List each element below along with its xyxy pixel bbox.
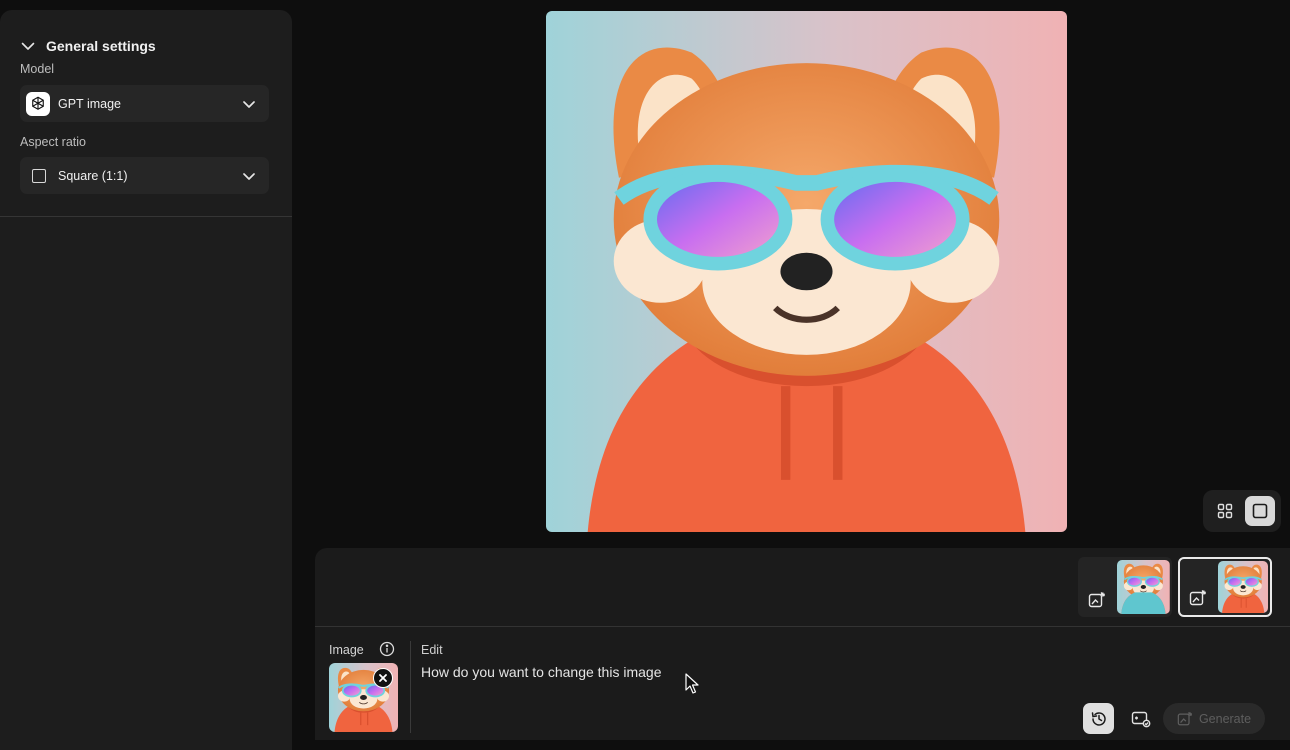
aspect-ratio-label: Aspect ratio: [20, 135, 87, 149]
mouse-cursor-icon: [685, 673, 699, 694]
grid-view-icon: [1217, 503, 1232, 519]
history-icon: [1091, 711, 1106, 726]
single-view-button[interactable]: [1244, 496, 1275, 526]
prompt-input[interactable]: [421, 664, 941, 680]
image-settings-icon: [1131, 711, 1150, 727]
openai-logo-icon: [26, 91, 50, 116]
aspect-ratio-value: Square (1:1): [58, 168, 128, 183]
remove-reference-button[interactable]: [373, 668, 393, 688]
sidebar: General settings Model GPT image Aspect …: [0, 10, 292, 750]
single-view-icon: [1252, 503, 1267, 519]
edit-label: Edit: [421, 643, 443, 657]
edit-image-icon: [1189, 590, 1206, 606]
model-dropdown[interactable]: GPT image: [20, 85, 269, 122]
grid-view-button[interactable]: [1210, 496, 1240, 526]
aspect-ratio-dropdown[interactable]: Square (1:1): [20, 157, 269, 194]
general-settings-toggle[interactable]: General settings: [20, 38, 156, 54]
thumbnail-item[interactable]: [1078, 557, 1172, 617]
square-icon: [32, 168, 46, 183]
sidebar-divider: [0, 216, 292, 217]
model-value: GPT image: [58, 96, 121, 111]
prompt-panel: Image Edit Generate: [315, 548, 1290, 740]
generate-label: Generate: [1198, 711, 1252, 726]
close-icon: [379, 674, 387, 682]
generate-icon: [1177, 711, 1193, 725]
panel-divider: [315, 626, 1290, 627]
chevron-down-icon: [243, 100, 255, 108]
info-icon[interactable]: [379, 641, 395, 657]
vertical-divider: [410, 641, 411, 733]
chevron-down-icon: [21, 42, 35, 50]
thumbnail-strip: [1078, 557, 1272, 617]
thumbnail-item-selected[interactable]: [1178, 557, 1272, 617]
edit-image-icon: [1088, 592, 1105, 608]
image-settings-button[interactable]: [1125, 703, 1156, 734]
image-label: Image: [329, 643, 364, 657]
view-mode-toggle: [1203, 490, 1281, 532]
thumbnail-image: [1117, 560, 1170, 614]
generated-image[interactable]: [546, 11, 1067, 532]
history-button[interactable]: [1083, 703, 1114, 734]
model-label: Model: [20, 62, 55, 76]
section-title: General settings: [46, 38, 156, 54]
thumbnail-image: [1217, 561, 1268, 613]
generate-button[interactable]: Generate: [1163, 703, 1265, 734]
chevron-down-icon: [243, 172, 255, 180]
